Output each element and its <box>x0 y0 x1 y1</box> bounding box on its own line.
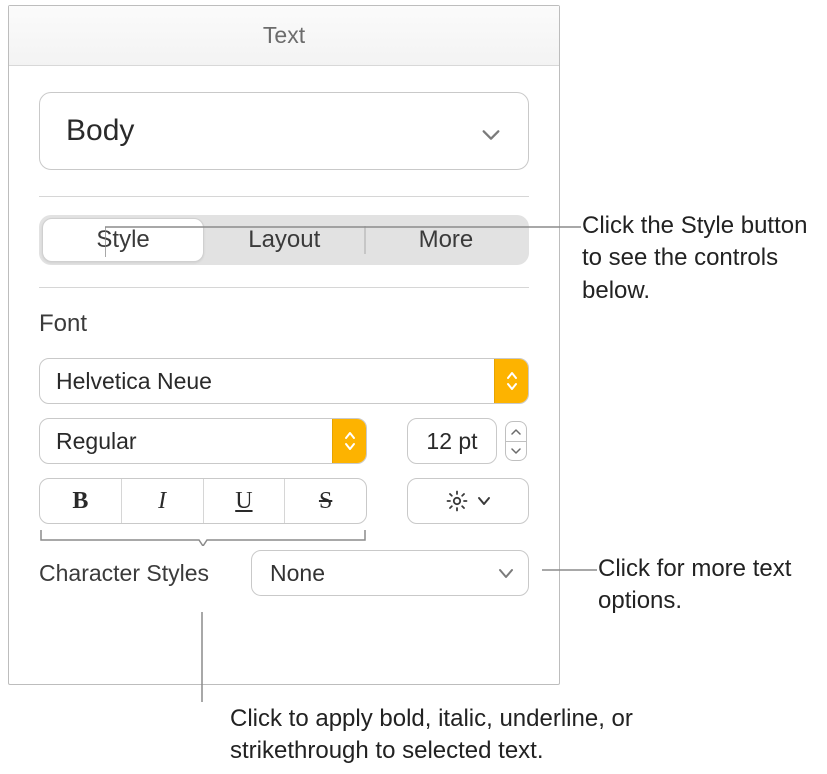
text-style-buttons: B I U S <box>39 478 367 524</box>
chevron-down-icon <box>498 567 514 579</box>
updown-icon <box>494 359 528 403</box>
updown-icon <box>332 419 366 463</box>
advanced-options-button[interactable] <box>407 478 529 524</box>
bracket-indicator <box>39 528 367 546</box>
stepper-down-button[interactable] <box>505 441 527 461</box>
stepper-up-button[interactable] <box>505 421 527 441</box>
font-family-popup[interactable]: Helvetica Neue <box>39 358 529 404</box>
font-size-value: 12 pt <box>426 428 477 455</box>
font-size-group: 12 pt <box>407 418 527 464</box>
font-weight-popup[interactable]: Regular <box>39 418 367 464</box>
character-styles-popup[interactable]: None <box>251 550 529 596</box>
callout-biu: Click to apply bold, italic, underline, … <box>230 703 710 768</box>
panel-title: Text <box>9 6 559 66</box>
paragraph-style-value: Body <box>66 114 134 148</box>
character-styles-value: None <box>270 560 325 587</box>
callout-gear: Click for more text options. <box>598 553 818 618</box>
strikethrough-button[interactable]: S <box>284 479 366 523</box>
font-size-field[interactable]: 12 pt <box>407 418 497 464</box>
underline-button[interactable]: U <box>203 479 285 523</box>
callout-style-tab: Click the Style button to see the contro… <box>582 210 822 307</box>
panel-title-text: Text <box>263 22 305 49</box>
chevron-down-icon <box>480 120 502 142</box>
divider <box>39 287 529 288</box>
font-size-stepper <box>505 421 527 461</box>
font-family-value: Helvetica Neue <box>40 368 494 395</box>
gear-icon <box>445 489 469 513</box>
font-section-label: Font <box>39 310 529 338</box>
italic-button[interactable]: I <box>121 479 203 523</box>
font-weight-value: Regular <box>40 428 332 455</box>
paragraph-style-popup[interactable]: Body <box>39 92 529 170</box>
divider <box>39 196 529 197</box>
character-styles-label: Character Styles <box>39 560 229 587</box>
chevron-down-icon <box>477 496 491 506</box>
text-inspector-panel: Text Body Style Layout More Font Helveti… <box>8 5 560 685</box>
bold-button[interactable]: B <box>40 479 121 523</box>
